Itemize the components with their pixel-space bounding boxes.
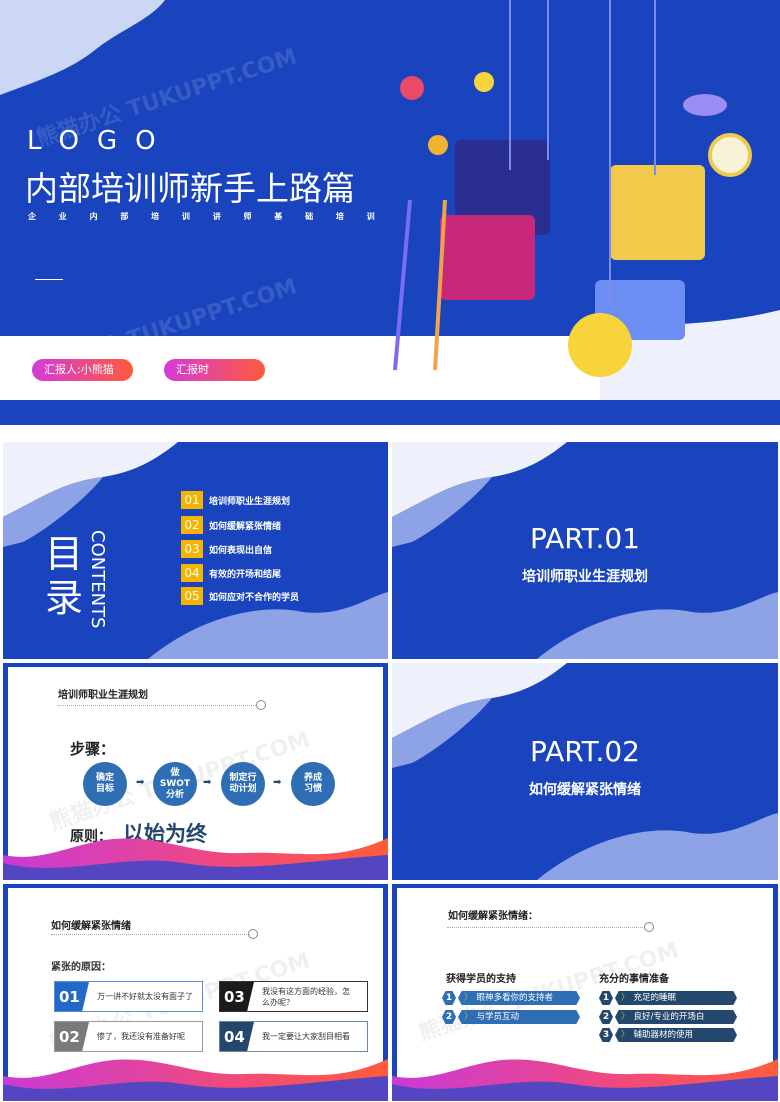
contents-slide[interactable]: 目录 CONTENTS 01 培训师职业生涯规划 02 如何缓解紧张情绪 03 如何表… (3, 442, 388, 659)
toc-number: 02 (181, 516, 203, 534)
tip-item: 1 〉眼神多看你的支持者 (442, 991, 580, 1005)
part1-slide[interactable]: PART.01 培训师职业生涯规划 (392, 442, 778, 659)
title-dot (256, 700, 266, 710)
toc-number: 05 (181, 587, 203, 605)
cover-subtitle: 企 业 内 部 培 训 讲 师 基 础 培 训 (28, 212, 385, 221)
cause-card: 01 万一讲不好就太没有面子了 (54, 981, 203, 1012)
tip-text: 眼神多看你的支持者 (476, 993, 554, 1003)
toc-label: 有效的开场和结尾 (209, 569, 282, 580)
tip-item: 2 〉与学员互动 (442, 1010, 580, 1024)
cover-title: 内部培训师新手上路篇 (25, 169, 355, 208)
arrow-right-icon: ➡ (203, 777, 212, 788)
cause-number: 03 (220, 982, 254, 1011)
step-circle: 确定 目标 (83, 762, 127, 806)
reporter-badge: 汇报人:小熊猫 (32, 359, 133, 381)
cause-text: 万一讲不好就太没有面子了 (97, 992, 193, 1001)
cause-number: 01 (55, 982, 89, 1011)
part-title: 如何缓解紧张情绪 (529, 782, 641, 798)
wave-footer (3, 1059, 388, 1101)
relief-slide[interactable]: 熊猫办公 TUKUPPT.COM 如何缓解紧张情绪： 获得学员的支持 1〉眼神多… (392, 884, 778, 1101)
right-heading: 充分的事情准备 (599, 974, 669, 985)
tip-text: 与学员互动 (476, 1012, 520, 1022)
part-number: PART.02 (530, 735, 640, 768)
tip-text: 充足的睡眠 (633, 993, 677, 1003)
cause-card: 03 我没有这方面的经验，怎么办呢？ (219, 981, 368, 1012)
report-time-badge: 汇报时间:202x.x (164, 359, 265, 398)
cause-card: 04 我一定要让大家刮目相看 (219, 1021, 368, 1052)
cause-text: 我没有这方面的经验，怎么办呢？ (262, 986, 350, 1007)
title-underline (51, 934, 251, 935)
step-circle: 做 SWOT 分析 (153, 762, 197, 806)
step-circle: 制定行 动计划 (221, 762, 265, 806)
tip-item: 1 〉充足的睡眠 (599, 991, 737, 1005)
section-title: 如何缓解紧张情绪： (448, 911, 538, 922)
title-underline (447, 927, 647, 928)
divider (35, 279, 63, 280)
cause-number: 04 (220, 1022, 254, 1051)
toc-number: 04 (181, 564, 203, 582)
part2-slide[interactable]: PART.02 如何缓解紧张情绪 (392, 663, 778, 880)
tip-item: 3 〉辅助器材的使用 (599, 1028, 737, 1042)
nervous-causes-slide[interactable]: 熊猫办公 TUKUPPT.COM 如何缓解紧张情绪 紧张的原因： 01万一讲不好… (3, 884, 388, 1101)
tip-text: 良好/专业的开场白 (633, 1012, 705, 1022)
toc-item[interactable]: 02 如何缓解紧张情绪 (181, 516, 281, 534)
toc-item[interactable]: 01 培训师职业生涯规划 (181, 491, 290, 509)
causes-label: 紧张的原因： (51, 962, 111, 973)
part-title: 培训师职业生涯规划 (522, 569, 648, 585)
part-number: PART.01 (530, 522, 640, 555)
wave-footer (3, 838, 388, 880)
title-dot (644, 922, 654, 932)
tip-item: 2 〉良好/专业的开场白 (599, 1010, 737, 1024)
section-title: 如何缓解紧张情绪 (51, 921, 131, 932)
cover-slide[interactable]: 熊猫办公 TUKUPPT.COM 熊猫办公 TUKUPPT.COM LOGO 内… (0, 0, 780, 425)
logo-text: LOGO (27, 126, 174, 156)
puzzle-illustration (393, 0, 752, 377)
left-heading: 获得学员的支持 (446, 974, 516, 985)
toc-label: 培训师职业生涯规划 (209, 496, 291, 507)
toc-label: 如何应对不合作的学员 (209, 592, 300, 603)
toc-label: 如何缓解紧张情绪 (209, 521, 282, 532)
cause-number: 02 (55, 1022, 89, 1051)
contents-title-en: CONTENTS (87, 530, 108, 629)
title-dot (248, 929, 258, 939)
cause-card: 02 惨了，我还没有准备好呢 (54, 1021, 203, 1052)
toc-item[interactable]: 03 如何表现出自信 (181, 540, 272, 558)
career-slide[interactable]: 熊猫办公 TUKUPPT.COM 培训师职业生涯规划 步骤： 确定 目标 ➡ 做… (3, 663, 388, 880)
arrow-right-icon: ➡ (273, 777, 282, 788)
arrow-right-icon: ➡ (136, 777, 145, 788)
toc-item[interactable]: 04 有效的开场和结尾 (181, 564, 281, 582)
contents-title-cn: 目录 (45, 532, 84, 620)
wave-footer (392, 1059, 778, 1101)
toc-item[interactable]: 05 如何应对不合作的学员 (181, 587, 299, 605)
steps-label: 步骤： (70, 740, 116, 758)
step-circle: 养成 习惯 (291, 762, 335, 806)
toc-number: 01 (181, 491, 203, 509)
cause-text: 惨了，我还没有准备好呢 (97, 1032, 185, 1041)
title-underline (58, 705, 258, 706)
section-title: 培训师职业生涯规划 (58, 690, 148, 701)
toc-number: 03 (181, 540, 203, 558)
tip-text: 辅助器材的使用 (633, 1030, 694, 1040)
cause-text: 我一定要让大家刮目相看 (262, 1032, 350, 1041)
wave-decoration (392, 663, 778, 880)
toc-label: 如何表现出自信 (209, 545, 273, 556)
